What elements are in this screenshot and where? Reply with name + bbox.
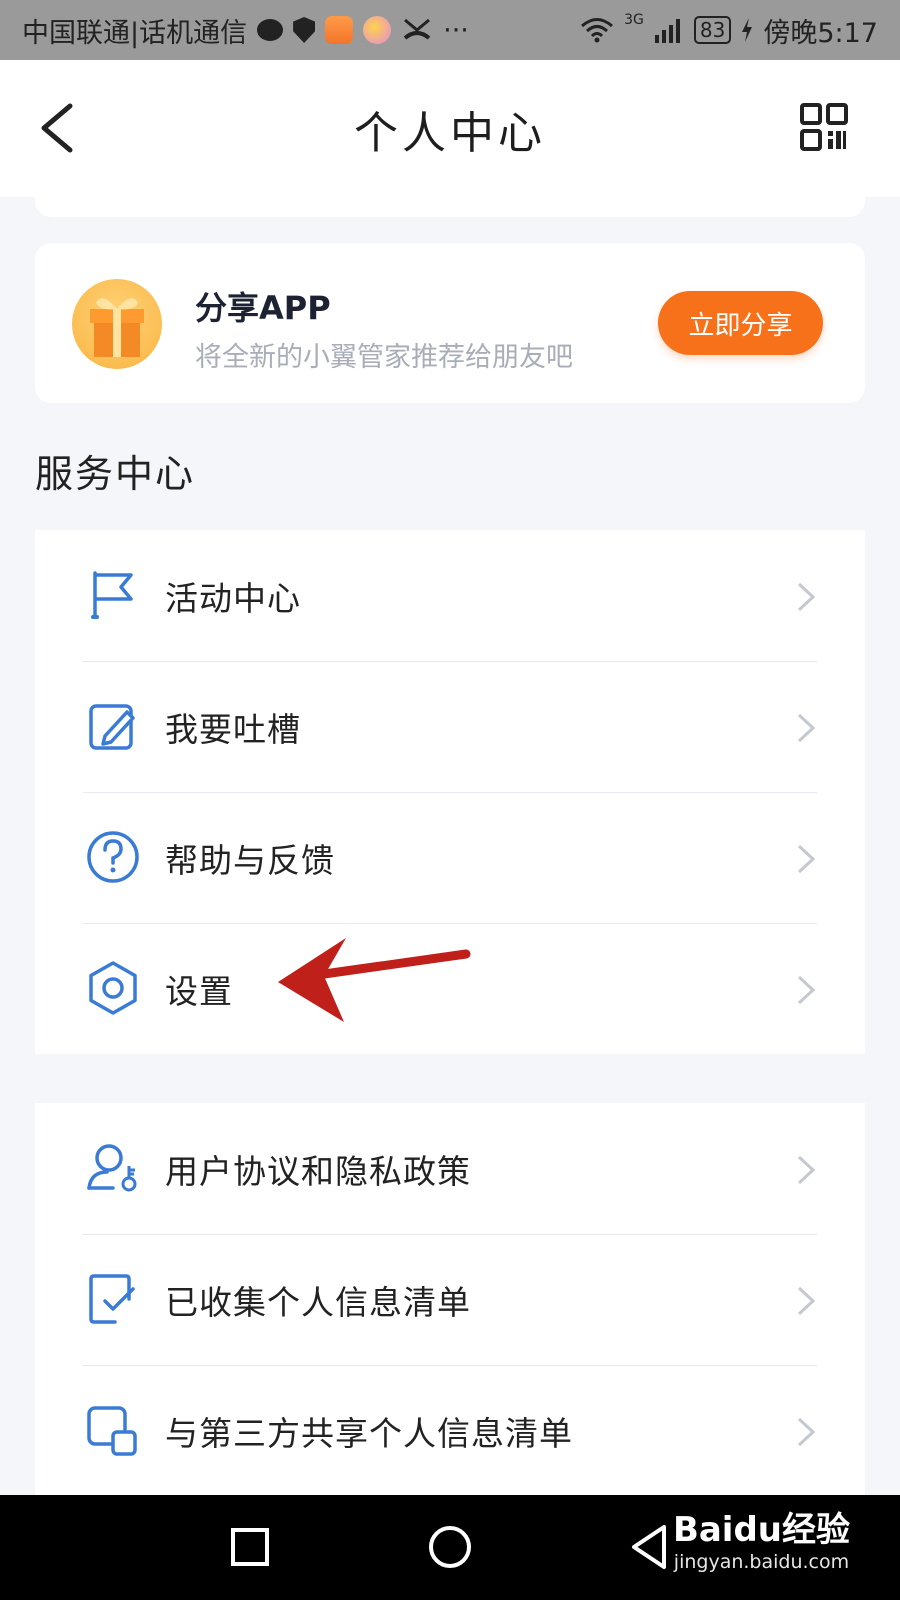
menu-label: 活动中心: [165, 579, 301, 618]
settings-hexagon-icon: [89, 961, 137, 1015]
service-center-title: 服务中心: [35, 452, 196, 496]
chevron-right-icon: [797, 1417, 816, 1447]
user-key-icon: [87, 1144, 137, 1192]
share-now-button[interactable]: 立即分享: [658, 291, 823, 355]
annotation-arrow: [278, 938, 471, 1022]
share-squares-icon: [87, 1406, 137, 1456]
menu-label: 用户协议和隐私政策: [165, 1152, 471, 1191]
menu-label: 已收集个人信息清单: [165, 1283, 471, 1322]
policy-menu: 用户协议和隐私政策 已收集个人信息清单 与第三方共享个人信息清单: [35, 1103, 865, 1495]
battery-level: 83: [693, 16, 732, 44]
message-icon: [257, 19, 284, 41]
menu-label: 我要吐槽: [165, 710, 301, 749]
page-title: 个人中心: [354, 107, 546, 159]
checklist-icon: [89, 1274, 135, 1324]
more-notifications: ···: [443, 14, 469, 46]
edit-note-icon: [89, 704, 135, 750]
chevron-right-icon: [797, 713, 816, 743]
baidu-jingyan-watermark: Baidu经验 jingyan.baidu.com: [673, 1510, 850, 1574]
gift-icon: [72, 279, 162, 369]
menu-item-collected-info-list[interactable]: 已收集个人信息清单: [35, 1234, 865, 1365]
missed-call-icon: [403, 18, 431, 40]
back-button[interactable]: [36, 100, 80, 156]
flag-icon: [91, 571, 133, 619]
back-nav-icon[interactable]: [620, 1517, 680, 1577]
chevron-right-icon: [797, 1286, 816, 1316]
menu-item-help-feedback[interactable]: 帮助与反馈: [35, 792, 865, 923]
signal-icon: [654, 19, 680, 43]
menu-label: 设置: [165, 972, 233, 1011]
system-nav-bar: Baidu经验 jingyan.baidu.com: [0, 1495, 900, 1600]
app-header: 个人中心: [0, 60, 900, 197]
recent-apps-icon[interactable]: [220, 1517, 280, 1577]
network-type: 3G: [624, 12, 644, 28]
watermark-url: jingyan.baidu.com: [673, 1551, 850, 1573]
chevron-right-icon: [797, 844, 816, 874]
status-bar: 中国联通|话机通信 ··· 3G 83 傍晚5:17: [0, 0, 900, 60]
menu-item-user-agreement-privacy[interactable]: 用户协议和隐私政策: [35, 1103, 865, 1234]
profile-card-edge: [35, 197, 865, 217]
menu-label: 帮助与反馈: [165, 841, 335, 880]
share-title: 分享APP: [195, 289, 331, 327]
chevron-right-icon: [797, 1155, 816, 1185]
app-notification-icon-2: [363, 16, 392, 44]
menu-item-activity-center[interactable]: 活动中心: [35, 530, 865, 661]
watermark-logo-text: Baidu经验: [672, 1510, 850, 1550]
menu-item-third-party-sharing-list[interactable]: 与第三方共享个人信息清单: [35, 1365, 865, 1495]
chevron-right-icon: [797, 975, 816, 1005]
share-subtitle: 将全新的小翼管家推荐给朋友吧: [195, 342, 573, 373]
charging-icon: [742, 18, 753, 42]
carrier-text: 中国联通|话机通信: [22, 17, 248, 49]
wifi-icon: [581, 18, 614, 43]
clock: 傍晚5:17: [763, 17, 878, 49]
home-icon[interactable]: [420, 1517, 480, 1577]
menu-label: 与第三方共享个人信息清单: [165, 1414, 573, 1453]
app-notification-icon: [325, 16, 354, 44]
share-app-card: 分享APP 将全新的小翼管家推荐给朋友吧 立即分享: [35, 243, 865, 403]
chevron-right-icon: [797, 582, 816, 612]
menu-item-feedback-complaint[interactable]: 我要吐槽: [35, 661, 865, 792]
qr-code-icon[interactable]: [800, 103, 848, 151]
shield-icon: [293, 17, 316, 43]
help-circle-icon: [87, 831, 139, 883]
